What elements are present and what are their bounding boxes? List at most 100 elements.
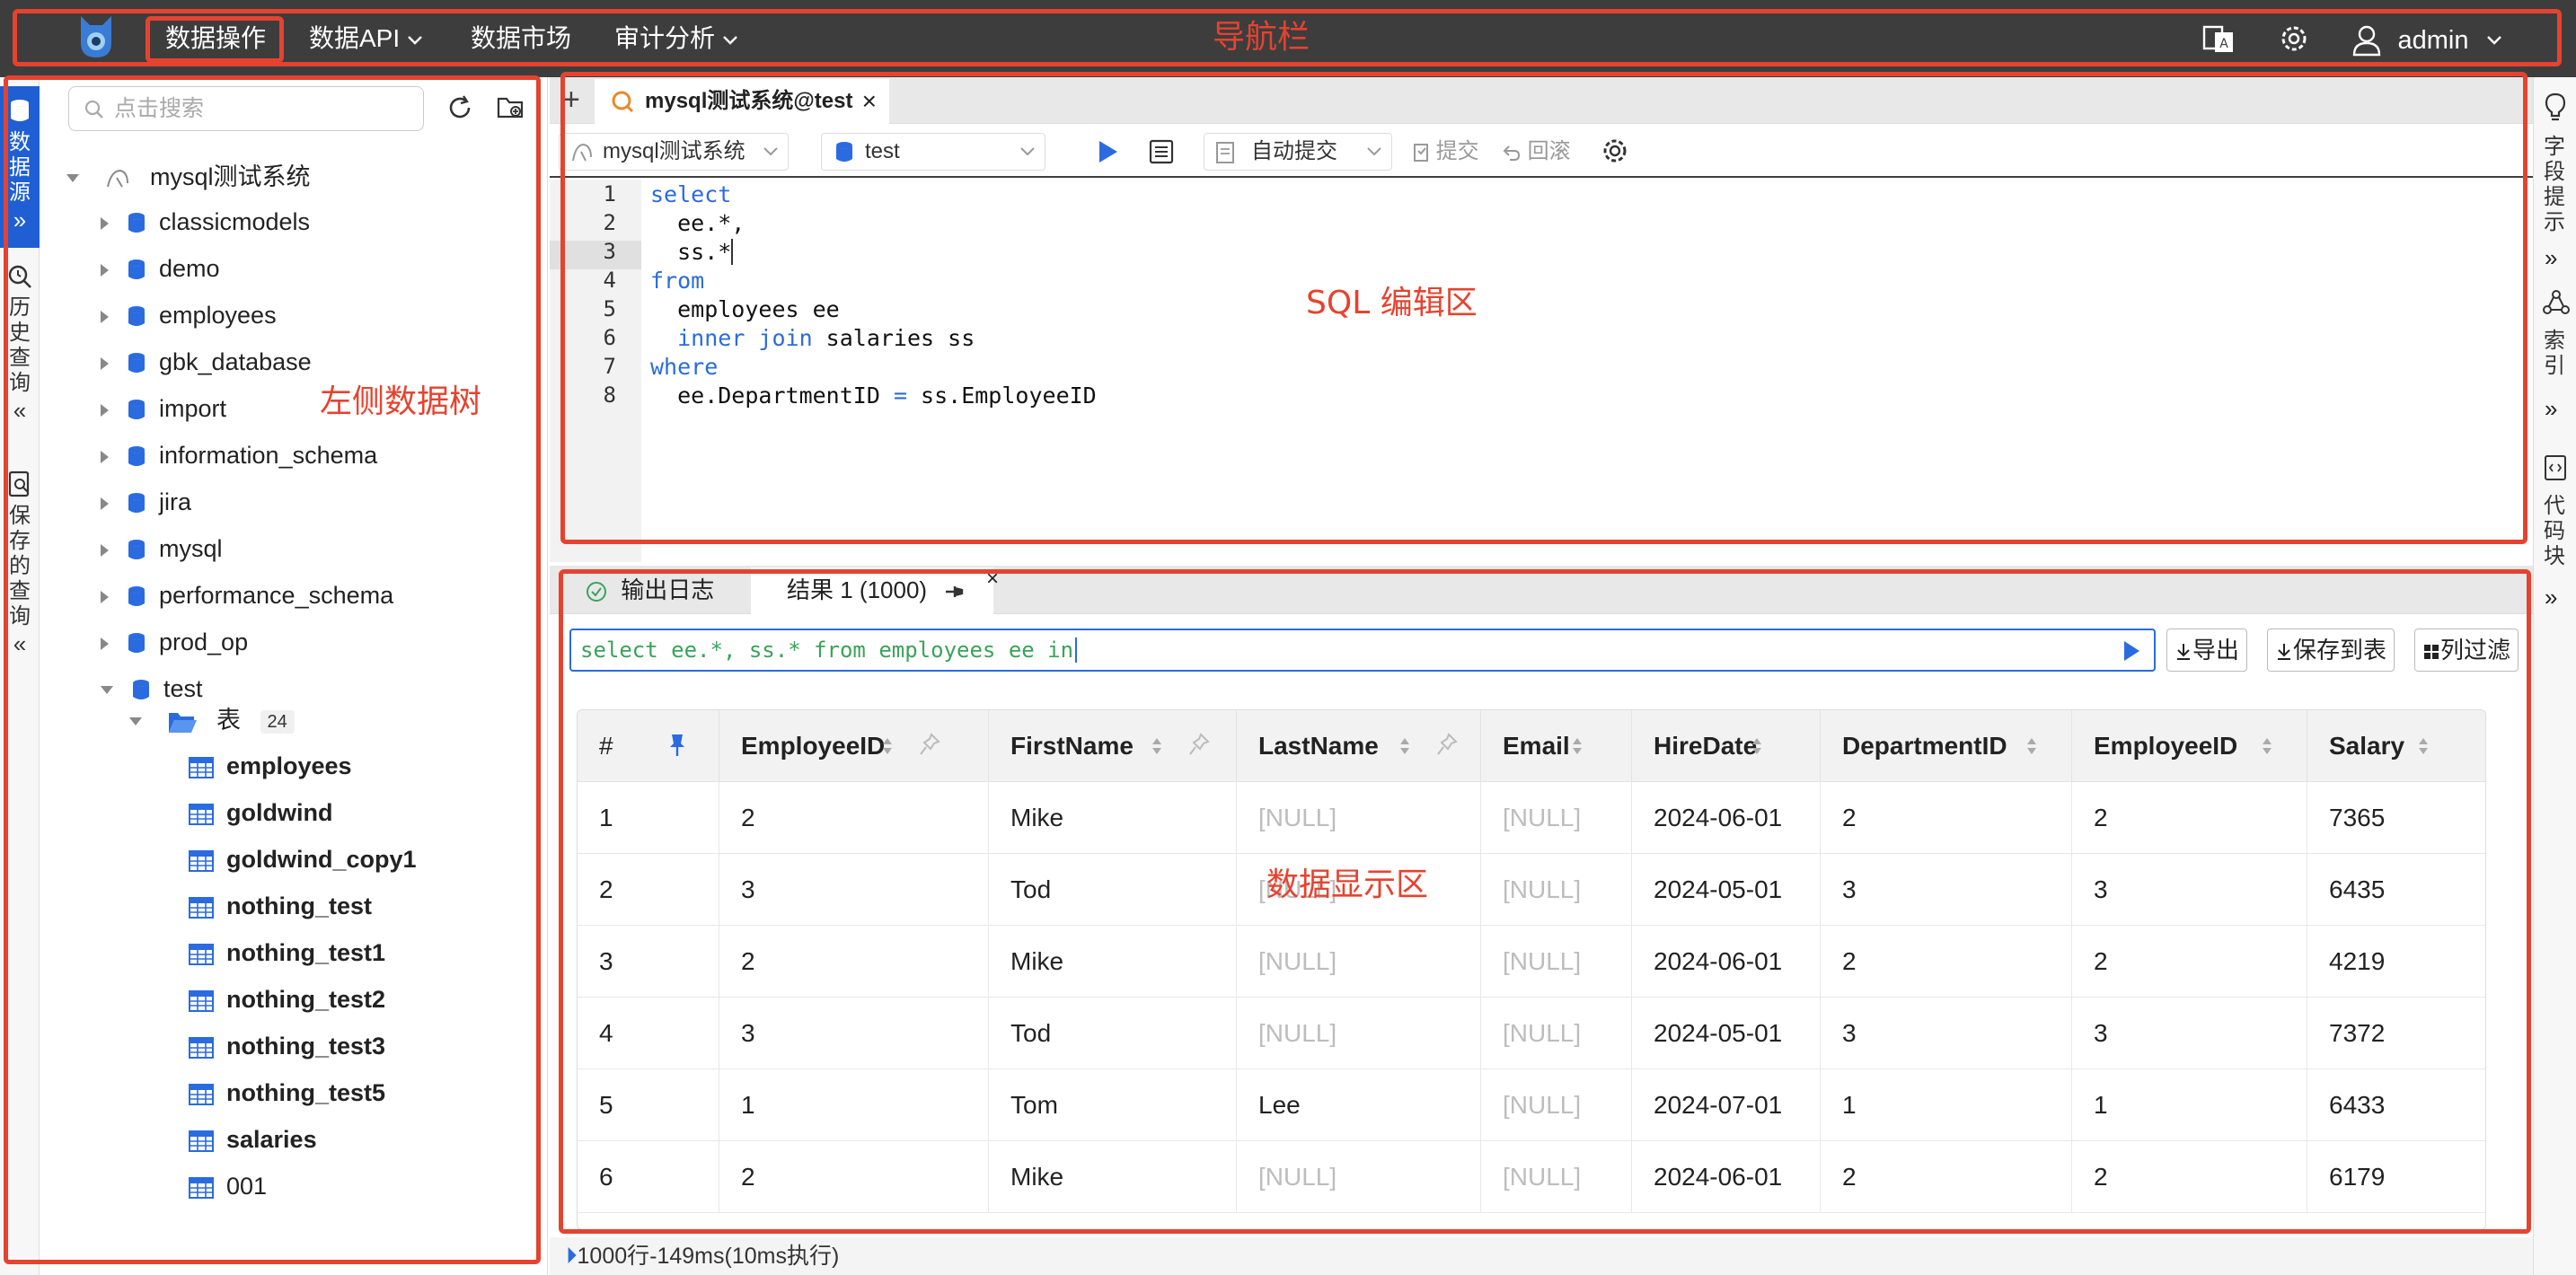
table-cell[interactable]: 3 bbox=[719, 998, 989, 1069]
table-cell[interactable]: 7365 bbox=[2307, 782, 2485, 854]
tree-database-item[interactable]: employees bbox=[101, 293, 277, 338]
tree-search-input[interactable]: 点击搜索 bbox=[68, 86, 424, 131]
sort-icon[interactable] bbox=[1571, 735, 1584, 757]
table-cell[interactable]: 1 bbox=[1821, 1069, 2072, 1141]
table-cell[interactable]: [NULL] bbox=[1237, 1141, 1481, 1213]
tree-table-item[interactable]: employees bbox=[189, 743, 352, 788]
table-cell[interactable]: [NULL] bbox=[1481, 1141, 1632, 1213]
column-header[interactable]: FirstName bbox=[989, 710, 1237, 782]
tab-saved-queries[interactable]: 保存的查询 « bbox=[0, 470, 40, 740]
translate-icon[interactable]: A bbox=[2201, 20, 2236, 57]
nav-audit[interactable]: 审计分析 bbox=[614, 0, 738, 77]
table-cell[interactable]: 2 bbox=[719, 782, 989, 854]
row-number-cell[interactable]: 6 bbox=[578, 1141, 719, 1213]
table-cell[interactable]: 6179 bbox=[2307, 1141, 2485, 1213]
table-cell[interactable]: [NULL] bbox=[1237, 782, 1481, 854]
tree-database-item[interactable]: mysql bbox=[101, 526, 223, 571]
table-cell[interactable]: [NULL] bbox=[1481, 926, 1632, 998]
sort-icon[interactable] bbox=[1751, 735, 1763, 757]
tree-table-item[interactable]: 001 bbox=[189, 1164, 267, 1209]
row-number-cell[interactable]: 2 bbox=[578, 854, 719, 926]
tree-table-item[interactable]: nothing_test bbox=[189, 884, 372, 928]
sort-icon[interactable] bbox=[1398, 735, 1411, 757]
table-cell[interactable]: 2 bbox=[2072, 1141, 2307, 1213]
table-cell[interactable]: 2 bbox=[1821, 926, 2072, 998]
tree-table-item[interactable]: goldwind bbox=[189, 790, 332, 835]
tree-database-item[interactable]: information_schema bbox=[101, 433, 377, 478]
table-cell[interactable]: 2 bbox=[719, 1141, 989, 1213]
row-number-cell[interactable]: 3 bbox=[578, 926, 719, 998]
tree-table-item[interactable]: nothing_test1 bbox=[189, 930, 385, 975]
tab-code-snippets[interactable]: 代码块 » bbox=[2534, 454, 2576, 670]
refresh-icon[interactable] bbox=[446, 93, 474, 122]
tree-database-item[interactable]: performance_schema bbox=[101, 573, 393, 618]
tree-table-item[interactable]: nothing_test5 bbox=[189, 1070, 385, 1115]
table-cell[interactable]: Mike bbox=[989, 1141, 1237, 1213]
table-cell[interactable]: Mike bbox=[989, 782, 1237, 854]
table-cell[interactable]: 3 bbox=[1821, 998, 2072, 1069]
new-tab-button[interactable]: + bbox=[562, 83, 580, 118]
table-cell[interactable]: 3 bbox=[2072, 998, 2307, 1069]
tree-database-item[interactable]: prod_op bbox=[101, 620, 248, 664]
tree-root[interactable]: mysql测试系统 bbox=[66, 154, 311, 199]
app-logo-icon[interactable] bbox=[75, 13, 117, 61]
sort-icon[interactable] bbox=[881, 735, 894, 757]
table-cell[interactable]: Mike bbox=[989, 926, 1237, 998]
commit-button[interactable]: 提交 bbox=[1412, 133, 1479, 171]
run-icon[interactable] bbox=[1096, 138, 1119, 165]
export-button[interactable]: 导出 bbox=[2166, 629, 2248, 672]
column-header[interactable]: Salary bbox=[2307, 710, 2485, 782]
rerun-icon[interactable] bbox=[2122, 639, 2141, 663]
table-cell[interactable]: 2024-06-01 bbox=[1632, 926, 1821, 998]
table-cell[interactable]: Tod bbox=[989, 854, 1237, 926]
column-filter-button[interactable]: 列过滤 bbox=[2414, 629, 2519, 672]
result-query-bar[interactable]: select ee.*, ss.* from employees ee in bbox=[569, 629, 2156, 672]
tree-database-item[interactable]: classicmodels bbox=[101, 199, 310, 244]
editor-tab[interactable]: mysql测试系统@test × bbox=[595, 79, 889, 124]
tree-database-item[interactable]: demo bbox=[101, 246, 220, 291]
pin-outline-icon[interactable] bbox=[1188, 733, 1210, 758]
pin-icon[interactable] bbox=[667, 733, 687, 758]
editor-settings-icon[interactable] bbox=[1601, 136, 1629, 165]
table-cell[interactable]: 4219 bbox=[2307, 926, 2485, 998]
table-cell[interactable]: [NULL] bbox=[1237, 998, 1481, 1069]
table-cell[interactable]: 3 bbox=[2072, 854, 2307, 926]
tree-database-item[interactable]: import bbox=[101, 386, 226, 431]
table-cell[interactable]: Tom bbox=[989, 1069, 1237, 1141]
table-cell[interactable]: 3 bbox=[1821, 854, 2072, 926]
tab-result-1[interactable]: 结果 1 (1000) × bbox=[751, 567, 999, 614]
pin-icon[interactable] bbox=[944, 583, 966, 601]
table-cell[interactable]: 3 bbox=[719, 854, 989, 926]
column-header[interactable]: Email bbox=[1481, 710, 1632, 782]
tree-table-item[interactable]: salaries bbox=[189, 1117, 317, 1162]
tree-database-item[interactable]: jira bbox=[101, 479, 191, 524]
table-cell[interactable]: [NULL] bbox=[1481, 998, 1632, 1069]
column-header[interactable]: DepartmentID bbox=[1821, 710, 2072, 782]
table-cell[interactable]: [NULL] bbox=[1237, 854, 1481, 926]
sql-code-editor[interactable]: 1 2 3 4 5 6 7 8 select ee.*, ss.* from employee… bbox=[550, 180, 2533, 562]
settings-icon[interactable] bbox=[2276, 20, 2312, 57]
nav-data-ops[interactable]: 数据操作 bbox=[165, 0, 266, 77]
tab-datasource[interactable]: 数据源 » bbox=[0, 86, 40, 248]
table-cell[interactable]: [NULL] bbox=[1237, 926, 1481, 998]
row-number-cell[interactable]: 4 bbox=[578, 998, 719, 1069]
column-header[interactable]: EmployeeID bbox=[719, 710, 989, 782]
save-to-table-button[interactable]: 保存到表 bbox=[2267, 629, 2395, 672]
table-cell[interactable]: 2024-06-01 bbox=[1632, 1141, 1821, 1213]
close-result-icon[interactable]: × bbox=[986, 557, 999, 602]
pin-outline-icon[interactable] bbox=[1436, 733, 1458, 758]
table-cell[interactable]: 7372 bbox=[2307, 998, 2485, 1069]
table-cell[interactable]: 2024-07-01 bbox=[1632, 1069, 1821, 1141]
tree-table-item[interactable]: nothing_test3 bbox=[189, 1024, 385, 1068]
column-header[interactable]: LastName bbox=[1237, 710, 1481, 782]
user-menu[interactable]: admin bbox=[2351, 0, 2502, 77]
nav-data-market[interactable]: 数据市场 bbox=[471, 0, 571, 77]
tab-output-log[interactable]: 输出日志 bbox=[586, 567, 714, 614]
sort-icon[interactable] bbox=[2417, 735, 2430, 757]
table-cell[interactable]: 2024-05-01 bbox=[1632, 854, 1821, 926]
table-cell[interactable]: 6433 bbox=[2307, 1069, 2485, 1141]
pin-outline-icon[interactable] bbox=[919, 733, 940, 758]
table-cell[interactable]: 2024-06-01 bbox=[1632, 782, 1821, 854]
tree-table-item[interactable]: nothing_test2 bbox=[189, 977, 385, 1022]
tab-history[interactable]: 历史查询 « bbox=[0, 264, 40, 435]
